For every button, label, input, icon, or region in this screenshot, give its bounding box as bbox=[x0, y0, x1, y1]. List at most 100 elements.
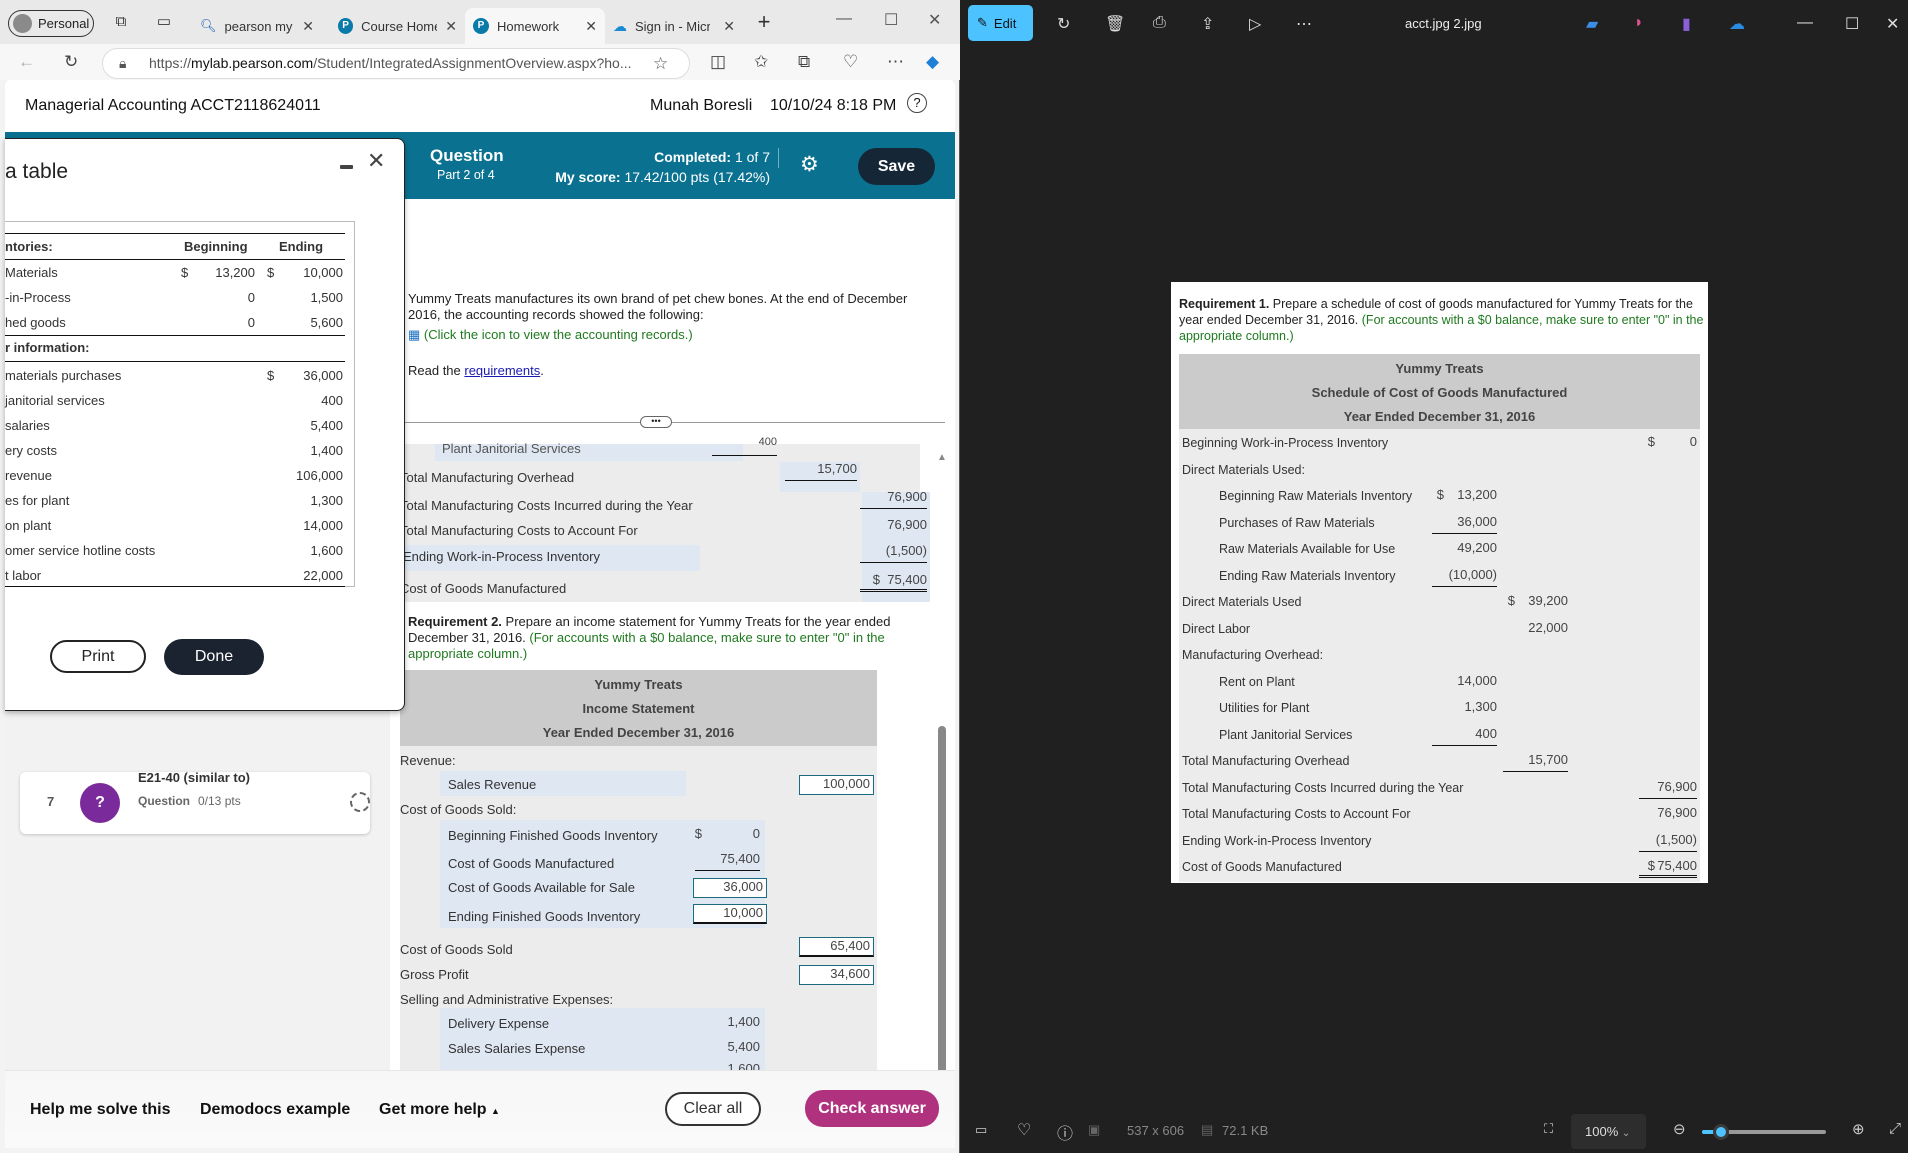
tab-pearson-search[interactable]: 🔍︎ pearson my lab ✕ bbox=[192, 8, 322, 44]
profile-label: Personal bbox=[38, 16, 90, 31]
tab-homework[interactable]: P Homework ✕ bbox=[465, 8, 605, 44]
schedule-row: Utilities for Plant 1,300 bbox=[1219, 699, 1497, 715]
info-icon[interactable]: ⓘ bbox=[1057, 1120, 1073, 1144]
cogs-input[interactable]: 65,400 bbox=[799, 937, 874, 957]
zoom-slider[interactable] bbox=[1702, 1124, 1826, 1140]
zoom-level-dropdown[interactable]: 100% ⌄ bbox=[1571, 1114, 1646, 1149]
back-icon[interactable]: ← bbox=[18, 52, 35, 72]
image-dimensions: 537 x 606 bbox=[1127, 1123, 1185, 1138]
schedule-header: Yummy Treats Schedule of Cost of Goods M… bbox=[1179, 354, 1700, 429]
close-tab-icon[interactable]: ✕ bbox=[302, 18, 314, 35]
settings-gear-icon[interactable]: ⚙ bbox=[800, 152, 819, 177]
schedule-row: Plant Janitorial Services 400 bbox=[1179, 723, 1700, 747]
print-icon[interactable]: ⎙ bbox=[1153, 14, 1166, 32]
demodocs-link[interactable]: Demodocs example bbox=[200, 1101, 350, 1119]
question-title: Question bbox=[430, 146, 504, 165]
caret-up-icon: ▲ bbox=[491, 1106, 500, 1116]
close-window-icon[interactable]: ✕ bbox=[1886, 14, 1899, 34]
zoom-in-icon[interactable]: ⊕ bbox=[1852, 1120, 1865, 1138]
tab-sign-in-microsoft[interactable]: ☁ Sign in - Microsoft ✕ bbox=[605, 8, 743, 44]
collections-icon[interactable]: ⧉ bbox=[798, 52, 810, 72]
table-row: Materials $ 13,200 $ 10,000 bbox=[5, 265, 343, 280]
scroll-up-arrow[interactable]: ▲ bbox=[937, 452, 947, 463]
edit-button[interactable]: ✎ Edit bbox=[968, 5, 1033, 41]
date-time: 10/10/24 8:18 PM bbox=[770, 97, 897, 114]
close-tab-icon[interactable]: ✕ bbox=[585, 18, 597, 35]
table-row: materials purchases $36,000 bbox=[5, 368, 343, 383]
save-button[interactable]: Save bbox=[858, 148, 935, 185]
minimize-icon[interactable]: — bbox=[1797, 14, 1813, 32]
accounting-records-link[interactable]: ▦ (Click the icon to view the accounting… bbox=[408, 327, 693, 343]
resize-handle[interactable]: ••• bbox=[640, 416, 672, 428]
lock-icon: 🔒︎ bbox=[119, 55, 127, 71]
browser-window: Personal ⧉ ▭ 🔍︎ pearson my lab ✕ P Cours… bbox=[0, 0, 960, 1153]
full-screen-icon[interactable]: ⤢ bbox=[1889, 1120, 1901, 1137]
url-field[interactable]: 🔒︎ https://mylab.pearson.com/Student/Int… bbox=[102, 48, 690, 79]
gross-profit-input[interactable]: 34,600 bbox=[799, 965, 874, 985]
workspaces-icon[interactable]: ⧉ bbox=[112, 13, 130, 31]
delete-icon[interactable]: 🗑︎ bbox=[1105, 14, 1125, 34]
more-options-icon[interactable]: ⋯ bbox=[1296, 14, 1312, 34]
is-row: Cost of Goods Sold 65,400 bbox=[400, 934, 877, 958]
close-tab-icon[interactable]: ✕ bbox=[723, 18, 735, 35]
my-score: My score: 17.42/100 pts (17.42%) bbox=[555, 169, 770, 185]
maximize-icon[interactable]: ☐ bbox=[884, 10, 898, 30]
is-row: Cost of Goods Manufactured 75,400 bbox=[448, 851, 760, 871]
share-icon[interactable]: ⇪ bbox=[1201, 14, 1214, 34]
tab-bar: Personal ⧉ ▭ 🔍︎ pearson my lab ✕ P Cours… bbox=[0, 0, 960, 44]
favorite-heart-icon[interactable]: ♡ bbox=[1017, 1120, 1031, 1140]
refresh-icon[interactable]: ↻ bbox=[64, 52, 78, 72]
get-more-help-link[interactable]: Get more help ▲ bbox=[379, 1101, 500, 1119]
browser-essentials-icon[interactable]: ♡ bbox=[843, 52, 858, 72]
schedule-row: Cost of Goods Manufactured $75,400 bbox=[1179, 855, 1700, 879]
copilot-icon[interactable]: ◆ bbox=[926, 52, 939, 72]
print-button[interactable]: Print bbox=[50, 640, 146, 673]
cogm-input[interactable]: 75,400 bbox=[695, 851, 760, 871]
ending-fg-input[interactable]: 10,000 bbox=[693, 904, 767, 924]
cogm-row: Total Manufacturing Costs to Account For… bbox=[400, 517, 927, 538]
clipchamp-icon[interactable]: ◗ bbox=[1634, 14, 1644, 32]
modal-title: a table bbox=[5, 160, 69, 183]
filmstrip-icon[interactable]: ▭ bbox=[975, 1122, 987, 1138]
completed-status: Completed: 1 of 7 bbox=[654, 149, 770, 165]
split-screen-icon[interactable]: ◫ bbox=[710, 52, 726, 72]
more-options-icon[interactable]: ⋯ bbox=[887, 52, 904, 72]
divider bbox=[778, 148, 779, 168]
fit-to-window-icon[interactable]: ⛶ bbox=[1544, 1121, 1553, 1137]
designer-icon[interactable]: ▰ bbox=[1586, 14, 1598, 34]
schedule-row: Direct Materials Used: bbox=[1182, 462, 1305, 477]
profile-button[interactable]: Personal bbox=[8, 10, 94, 37]
sales-revenue-input[interactable]: 100,000 bbox=[799, 775, 874, 795]
maximize-icon[interactable]: ☐ bbox=[1845, 14, 1859, 34]
minimize-icon[interactable] bbox=[340, 165, 353, 169]
slideshow-icon[interactable]: ▷ bbox=[1249, 14, 1261, 34]
close-window-icon[interactable]: ✕ bbox=[928, 10, 941, 30]
cogs-available-input[interactable]: 36,000 bbox=[693, 878, 767, 898]
zoom-out-icon[interactable]: ⊖ bbox=[1673, 1120, 1686, 1138]
vertical-tabs-icon[interactable]: ▭ bbox=[155, 13, 173, 31]
video-editor-icon[interactable]: ▮ bbox=[1682, 14, 1691, 34]
favorite-star-icon[interactable]: ☆ bbox=[653, 49, 668, 78]
table-grid-icon[interactable]: ▦ bbox=[408, 327, 420, 342]
table-row: omer service hotline costs 1,600 bbox=[5, 543, 343, 558]
done-button[interactable]: Done bbox=[164, 639, 264, 675]
zoom-slider-knob[interactable] bbox=[1712, 1124, 1729, 1140]
onedrive-icon[interactable]: ☁ bbox=[1729, 14, 1745, 34]
clear-all-button[interactable]: Clear all bbox=[665, 1092, 761, 1126]
close-icon[interactable]: ✕ bbox=[367, 148, 385, 174]
rotate-icon[interactable]: ↻ bbox=[1057, 14, 1070, 34]
question-list-item[interactable]: 7 ? E21-40 (similar to) Question 0/13 pt… bbox=[20, 770, 370, 834]
minimize-icon[interactable]: — bbox=[836, 10, 852, 28]
help-icon[interactable]: ? bbox=[907, 93, 927, 113]
close-tab-icon[interactable]: ✕ bbox=[445, 18, 457, 35]
requirements-link[interactable]: requirements bbox=[464, 363, 540, 378]
tab-course-home[interactable]: P Course Home ✕ bbox=[330, 8, 465, 44]
new-tab-button[interactable]: + bbox=[755, 11, 773, 33]
beg-fg-input[interactable]: 0 bbox=[700, 826, 760, 846]
favorites-icon[interactable]: ✩ bbox=[754, 52, 768, 72]
table-row: salaries 5,400 bbox=[5, 418, 343, 433]
help-me-solve-link[interactable]: Help me solve this bbox=[30, 1101, 171, 1119]
table-row: t labor 22,000 bbox=[5, 568, 343, 583]
check-answer-button[interactable]: Check answer bbox=[805, 1090, 939, 1127]
schedule-row: Total Manufacturing Costs to Account For… bbox=[1182, 805, 1697, 821]
